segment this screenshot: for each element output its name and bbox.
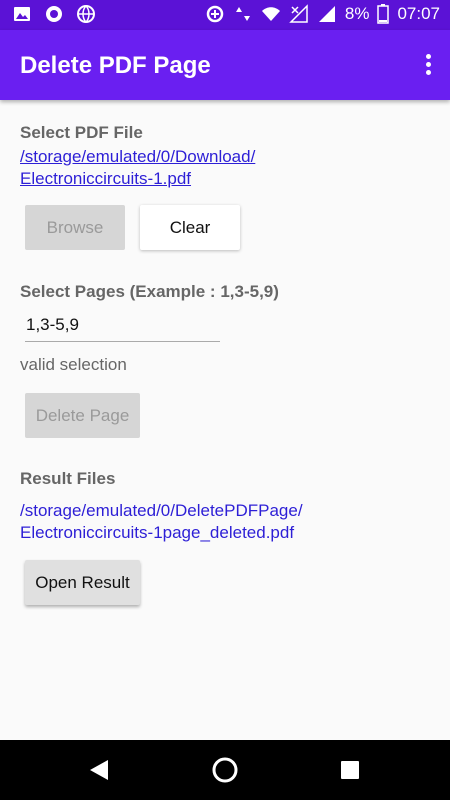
delete-page-button[interactable]: Delete Page [25,393,140,438]
wifi-icon [261,7,280,21]
browse-button[interactable]: Browse [25,205,125,250]
selection-status: valid selection [20,355,127,374]
image-icon [14,7,30,21]
more-vert-icon[interactable] [420,54,436,78]
back-icon[interactable] [88,759,110,781]
globe-icon [77,5,95,23]
status-right-icons: 8% 07:07 [205,4,440,24]
main-content: Select PDF File /storage/emulated/0/Down… [0,100,450,740]
recents-icon[interactable] [341,761,359,779]
battery-icon [377,4,390,24]
open-result-button[interactable]: Open Result [25,560,140,605]
selected-file-path-line2[interactable]: Electroniccircuits-1.pdf [20,168,191,190]
status-bar: 8% 07:07 [0,0,450,30]
clock: 07:07 [397,4,440,23]
result-files-label: Result Files [20,469,116,488]
home-icon[interactable] [211,756,239,784]
page-title: Delete PDF Page [20,52,211,79]
selected-file-path-line1[interactable]: /storage/emulated/0/Download/ [20,146,255,168]
result-path-line2: Electroniccircuits-1page_deleted.pdf [20,523,295,542]
battery-percent: 8% [344,4,370,23]
circle-icon [46,6,62,22]
data-saver-icon [206,5,224,23]
pages-input[interactable] [25,310,220,342]
status-left-icons [12,4,96,24]
signal-off-icon [289,4,308,23]
navigation-bar [0,740,450,800]
app-bar: Delete PDF Page [0,30,450,100]
result-path-line1: /storage/emulated/0/DeletePDFPage/ [20,501,303,520]
select-pages-label: Select Pages (Example : 1,3-5,9) [20,282,279,301]
data-arrows-icon [235,7,250,21]
clear-button[interactable]: Clear [140,205,240,250]
select-pdf-label: Select PDF File [20,123,143,142]
signal-icon [318,6,335,22]
